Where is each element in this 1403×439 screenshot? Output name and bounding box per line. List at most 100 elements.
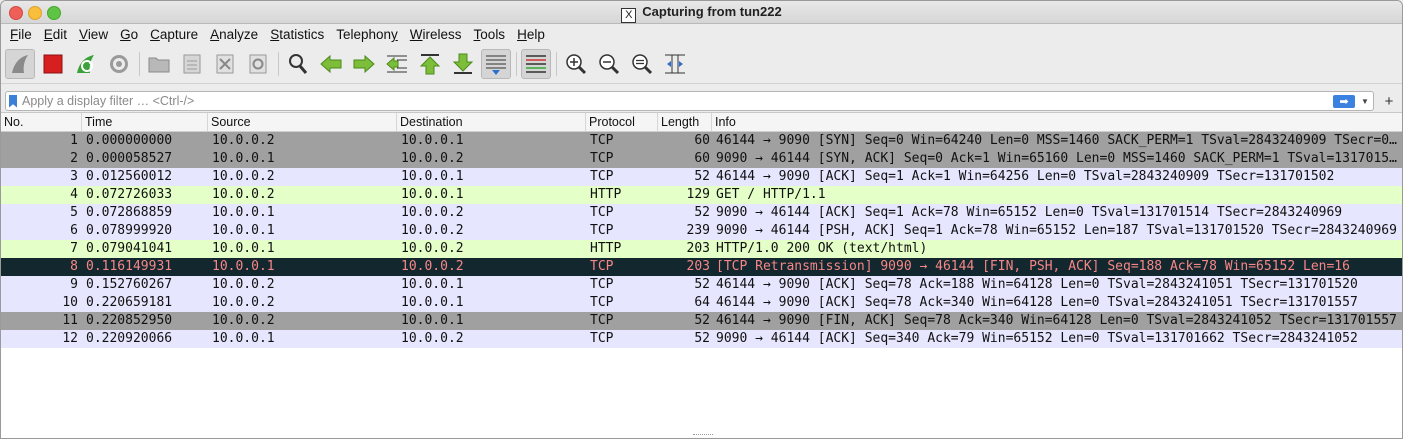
menu-help[interactable]: Help [511, 27, 551, 42]
stop-capture-button[interactable] [38, 49, 68, 79]
menu-edit[interactable]: Edit [38, 27, 73, 42]
go-forward-button[interactable] [349, 49, 379, 79]
zoom-normal-button[interactable] [627, 49, 657, 79]
reload-file-icon [249, 54, 267, 74]
packet-source: 10.0.0.2 [212, 277, 275, 292]
toolbar-separator [139, 52, 140, 76]
menu-analyze[interactable]: Analyze [204, 27, 264, 42]
packet-row[interactable]: 10 0.220659181 10.0.0.2 10.0.0.1 TCP 64 46144 … [1, 294, 1402, 312]
save-file-button[interactable] [177, 49, 207, 79]
packet-row[interactable]: 9 0.152760267 10.0.0.2 10.0.0.1 TCP 52 46144 →… [1, 276, 1402, 294]
colorize-button[interactable] [521, 49, 551, 79]
packet-protocol: HTTP [590, 241, 622, 256]
packet-protocol: TCP [590, 277, 614, 292]
pane-splitter-handle[interactable] [693, 434, 713, 438]
packet-source: 10.0.0.1 [212, 205, 275, 220]
packet-no: 7 [70, 241, 78, 256]
resize-columns-button[interactable] [660, 49, 690, 79]
toolbar-separator [556, 52, 557, 76]
packet-protocol: TCP [590, 313, 614, 328]
packet-destination: 10.0.0.1 [401, 133, 464, 148]
app-window: X Capturing from tun222 File Edit View Go Cap… [0, 0, 1403, 439]
zoom-out-button[interactable] [594, 49, 624, 79]
go-first-icon [419, 54, 441, 75]
open-file-button[interactable] [144, 49, 174, 79]
add-filter-button[interactable]: + [1380, 93, 1398, 110]
packet-length: 52 [694, 313, 710, 328]
packet-info: 9090 → 46144 [PSH, ACK] Seq=1 Ack=78 Win… [716, 223, 1397, 238]
column-header-protocol[interactable]: Protocol [586, 113, 658, 131]
packet-no: 8 [70, 259, 78, 274]
auto-scroll-button[interactable] [481, 49, 511, 79]
chevron-down-icon[interactable]: ▼ [1359, 97, 1371, 106]
start-capture-button[interactable] [5, 49, 35, 79]
packet-row[interactable]: 4 0.072726033 10.0.0.2 10.0.0.1 HTTP 129 GET /… [1, 186, 1402, 204]
packet-destination: 10.0.0.1 [401, 187, 464, 202]
bookmark-icon[interactable] [9, 94, 17, 108]
column-header-source[interactable]: Source [208, 113, 397, 131]
packet-time: 0.078999920 [86, 223, 173, 238]
toolbar-separator [516, 52, 517, 76]
restart-capture-button[interactable] [71, 49, 101, 79]
display-filter-bar: ➡ ▼ + [5, 90, 1398, 112]
auto-scroll-icon [486, 55, 506, 75]
menu-telephony[interactable]: Telephony [330, 27, 404, 42]
reload-file-button[interactable] [243, 49, 273, 79]
packet-no: 9 [70, 277, 78, 292]
restart-capture-icon [77, 55, 94, 73]
menu-file[interactable]: File [4, 27, 38, 42]
packet-row[interactable]: 5 0.072868859 10.0.0.1 10.0.0.2 TCP 52 9090 → … [1, 204, 1402, 222]
menu-go[interactable]: Go [114, 27, 144, 42]
display-filter-input[interactable] [22, 94, 1333, 108]
packet-row[interactable]: 8 0.116149931 10.0.0.1 10.0.0.2 TCP 203 [TCP R… [1, 258, 1402, 276]
column-header-time[interactable]: Time [82, 113, 208, 131]
go-back-button[interactable] [316, 49, 346, 79]
packet-time: 0.220852950 [86, 313, 173, 328]
menu-tools[interactable]: Tools [468, 27, 512, 42]
go-first-button[interactable] [415, 49, 445, 79]
main-toolbar [1, 45, 1402, 84]
close-file-button[interactable] [210, 49, 240, 79]
title-bar: X Capturing from tun222 [1, 1, 1402, 24]
capture-options-button[interactable] [104, 49, 134, 79]
packet-row[interactable]: 12 0.220920066 10.0.0.1 10.0.0.2 TCP 52 9090 →… [1, 330, 1402, 348]
apply-filter-button[interactable]: ➡ [1333, 94, 1355, 108]
packet-row[interactable]: 1 0.000000000 10.0.0.2 10.0.0.1 TCP 60 46144 →… [1, 132, 1402, 150]
packet-length: 129 [686, 187, 710, 202]
column-header-destination[interactable]: Destination [397, 113, 586, 131]
packet-destination: 10.0.0.1 [401, 169, 464, 184]
packet-row[interactable]: 3 0.012560012 10.0.0.2 10.0.0.1 TCP 52 46144 →… [1, 168, 1402, 186]
column-header-info[interactable]: Info [712, 113, 1402, 131]
packet-protocol: TCP [590, 331, 614, 346]
shark-fin-start-icon [12, 55, 28, 73]
packet-protocol: TCP [590, 205, 614, 220]
find-packet-button[interactable] [283, 49, 313, 79]
stop-capture-icon [43, 54, 63, 74]
packet-info: 46144 → 9090 [FIN, ACK] Seq=78 Ack=340 W… [716, 313, 1397, 328]
packet-row[interactable]: 6 0.078999920 10.0.0.1 10.0.0.2 TCP 239 9090 →… [1, 222, 1402, 240]
packet-info: GET / HTTP/1.1 [716, 187, 826, 202]
go-last-button[interactable] [448, 49, 478, 79]
packet-destination: 10.0.0.2 [401, 205, 464, 220]
zoom-in-button[interactable] [561, 49, 591, 79]
x11-icon: X [621, 8, 637, 23]
packet-info: HTTP/1.0 200 OK (text/html) [716, 241, 928, 256]
column-header-length[interactable]: Length [658, 113, 712, 131]
menu-capture[interactable]: Capture [144, 27, 204, 42]
packet-protocol: TCP [590, 133, 614, 148]
menu-statistics[interactable]: Statistics [264, 27, 330, 42]
column-header-no[interactable]: No. [1, 113, 82, 131]
packet-row[interactable]: 11 0.220852950 10.0.0.2 10.0.0.1 TCP 52 46144 … [1, 312, 1402, 330]
save-file-icon [183, 54, 201, 74]
go-to-packet-button[interactable] [382, 49, 412, 79]
menu-view[interactable]: View [73, 27, 114, 42]
packet-source: 10.0.0.1 [212, 259, 275, 274]
packet-destination: 10.0.0.2 [401, 259, 464, 274]
menu-wireless[interactable]: Wireless [404, 27, 468, 42]
packet-no: 6 [70, 223, 78, 238]
open-file-icon [148, 57, 170, 73]
packet-row[interactable]: 7 0.079041041 10.0.0.1 10.0.0.2 HTTP 203 HTTP/… [1, 240, 1402, 258]
packet-row[interactable]: 2 0.000058527 10.0.0.1 10.0.0.2 TCP 60 9090 → … [1, 150, 1402, 168]
packet-info: 46144 → 9090 [SYN] Seq=0 Win=64240 Len=0… [716, 133, 1402, 148]
packet-no: 10 [62, 295, 78, 310]
